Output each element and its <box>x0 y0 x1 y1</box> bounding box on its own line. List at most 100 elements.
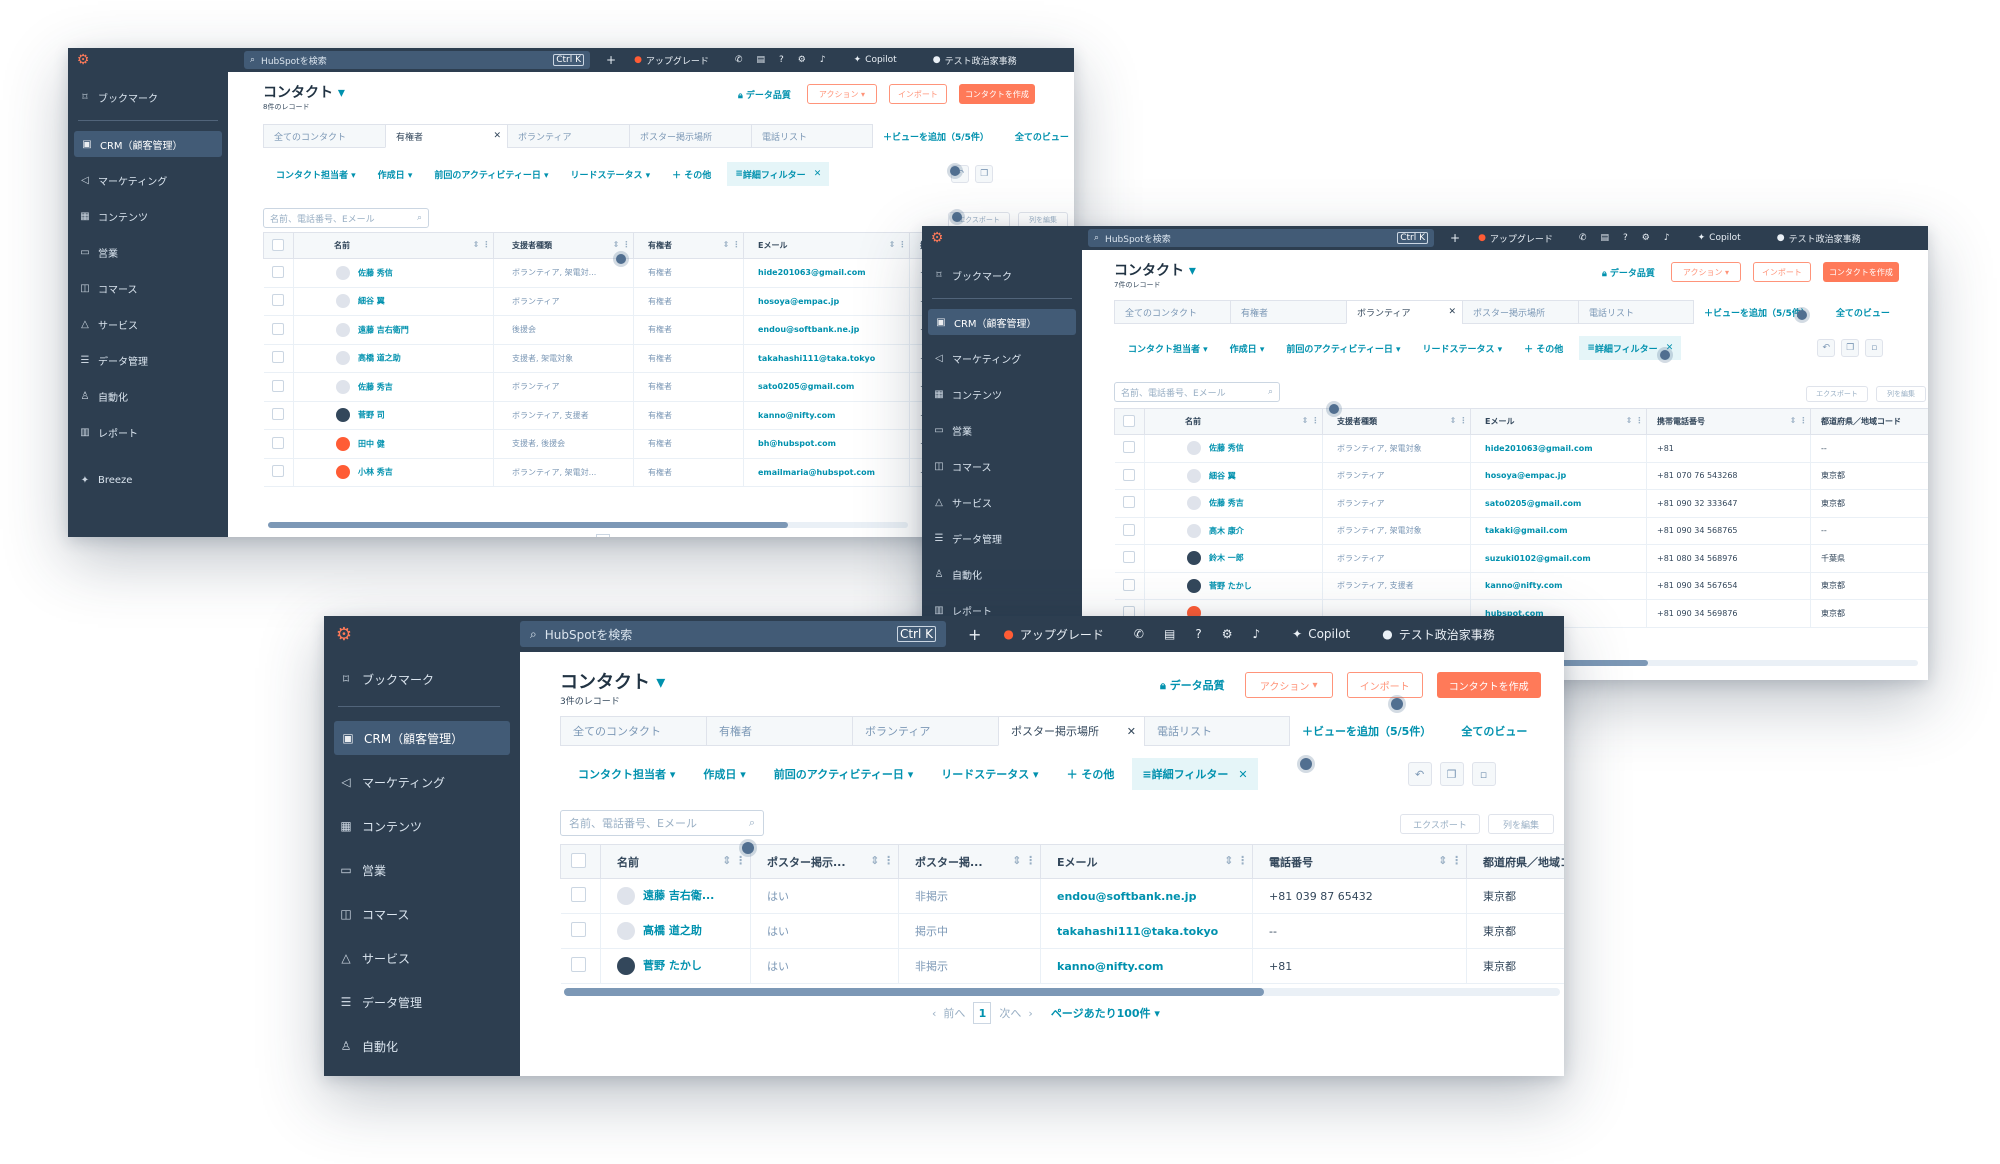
row-checkbox[interactable] <box>271 322 284 335</box>
tab-poster-locations[interactable]: ポスター掲示場所 ✕ <box>998 716 1144 746</box>
actions-button[interactable]: アクション ▾ <box>1670 262 1741 282</box>
add-view-link[interactable]: ＋ ビューを追加（5/5件） <box>883 124 989 148</box>
table-row[interactable]: 細谷 翼ボランティア hosoya@empac.jp +81 070 76 5432… <box>1114 462 1928 490</box>
row-checkbox[interactable] <box>570 887 586 902</box>
edit-columns-button[interactable]: 列を編集 <box>1876 386 1926 402</box>
table-row[interactable]: 佐藤 秀吉ボランティア有権者sato0205@gmail.com+81 0 <box>263 372 950 402</box>
row-checkbox[interactable] <box>1122 468 1135 481</box>
close-icon[interactable]: ✕ <box>814 169 822 179</box>
close-icon[interactable]: ✕ <box>1127 725 1136 738</box>
row-checkbox[interactable] <box>1122 496 1135 509</box>
upgrade-button[interactable]: ● アップグレード <box>1478 232 1553 245</box>
tab-all-contacts[interactable]: 全てのコンタクト <box>263 124 385 148</box>
sort-icon[interactable]: ⇕ ⋮ <box>723 240 743 249</box>
sidebar-item-marketing[interactable]: ◁ マーケティング <box>932 345 1082 371</box>
filter-lead-status[interactable]: リードステータス ▾ <box>570 168 650 181</box>
all-views-link[interactable]: 全てのビュー <box>1836 300 1890 324</box>
row-checkbox[interactable] <box>1122 551 1135 564</box>
column-header-mobile[interactable]: 携帯電話番号 ⇕ ⋮ <box>1646 408 1811 435</box>
sidebar-item-sales[interactable]: ▭ 営業 <box>932 417 1082 443</box>
phone-icon[interactable]: ✆ <box>735 55 743 65</box>
sidebar-item-automation[interactable]: ♙ 自動化 <box>78 383 228 409</box>
sidebar-item-sales[interactable]: ▭ 営業 <box>78 239 228 265</box>
row-checkbox[interactable] <box>271 379 284 392</box>
column-header-email[interactable]: Eメール ⇕ ⋮ <box>1040 844 1253 879</box>
select-all-checkbox[interactable] <box>1123 414 1135 427</box>
sidebar-item-marketing[interactable]: ◁ マーケティング <box>338 765 520 799</box>
add-view-link[interactable]: ＋ ビューを追加（5/5件） <box>1302 716 1431 746</box>
row-checkbox[interactable] <box>1122 523 1135 536</box>
data-quality-link[interactable]: 🔒︎ データ品質 <box>1160 677 1225 693</box>
save-icon[interactable]: ▫ <box>1471 762 1496 786</box>
column-header-name[interactable]: 名前 ⇕ ⋮ <box>1144 408 1323 435</box>
copilot-button[interactable]: ✦ Copilot <box>1292 627 1350 641</box>
actions-button[interactable]: アクション ▾ <box>806 84 877 104</box>
account-menu[interactable]: ● テスト政治家事務 <box>1777 232 1861 245</box>
edit-columns-button[interactable]: 列を編集 <box>1488 814 1554 834</box>
filter-owner[interactable]: コンタクト担当者 ▾ <box>578 766 675 782</box>
sidebar-item-data[interactable]: ☰ データ管理 <box>338 985 520 1019</box>
table-row[interactable]: 遠藤 吉右衛門後援会有権者endou@softbank.ne.jp+81 0 <box>263 315 950 345</box>
sidebar-item-service[interactable]: △ サービス <box>338 941 520 975</box>
close-icon[interactable]: ✕ <box>493 131 501 141</box>
per-page-select[interactable]: ページあたり100件 ▾ <box>652 537 731 538</box>
copilot-button[interactable]: ✦ Copilot <box>854 55 897 65</box>
create-contact-button[interactable]: コンタクトを作成 <box>1822 262 1899 282</box>
column-header-poster-display[interactable]: ポスター掲示... ⇕ ⋮ <box>750 844 899 879</box>
current-page[interactable]: 1 <box>595 534 610 537</box>
page-title[interactable]: コンタクト ▾ <box>263 82 345 102</box>
table-row[interactable]: 高橋 道之助 支援者, 架電対象 有権者 takahashi111@taka.toky… <box>263 344 950 373</box>
row-checkbox[interactable] <box>271 294 284 307</box>
column-header-phone[interactable]: 電話番号 ⇕ ⋮ <box>1252 844 1467 879</box>
global-search-input[interactable]: ⌕ HubSpotを検索 Ctrl K <box>1088 229 1434 247</box>
column-header-voter[interactable]: 有権者 ⇕ ⋮ <box>633 232 744 259</box>
table-row[interactable]: 高橋 道之助 はい 掲示中 takahashi111@taka.tokyo -- 東京都 <box>560 913 1564 949</box>
page-title[interactable]: コンタクト ▾ <box>560 668 665 694</box>
import-button[interactable]: インポート <box>888 84 947 104</box>
table-search-input[interactable]: 名前、電話番号、Eメール ⌕ <box>263 208 429 228</box>
export-button[interactable]: エクスポート <box>1806 386 1868 402</box>
settings-icon[interactable]: ⚙ <box>798 55 806 65</box>
account-menu[interactable]: ● テスト政治家事務 <box>933 54 1017 67</box>
undo-icon[interactable]: ↶ <box>1817 339 1836 357</box>
create-contact-button[interactable]: コンタクトを作成 <box>958 84 1035 104</box>
table-row[interactable]: 細谷 翼ボランティア有権者hosoya@empac.jp+81 0 <box>263 287 950 316</box>
filter-lead-status[interactable]: リードステータス ▾ <box>941 766 1038 782</box>
sidebar-item-content[interactable]: ▦ コンテンツ <box>338 809 520 843</box>
sort-icon[interactable]: ⇕ ⋮ <box>889 240 909 249</box>
bell-icon[interactable]: ♪ <box>1664 233 1670 243</box>
advanced-filter-button[interactable]: ≡ 詳細フィルター ✕ <box>727 162 830 186</box>
filter-last-activity[interactable]: 前回のアクティビティー日 ▾ <box>774 766 914 782</box>
filter-last-activity[interactable]: 前回のアクティビティー日 ▾ <box>434 168 548 181</box>
row-checkbox[interactable] <box>570 922 586 937</box>
column-header-prefecture[interactable]: 都道府県／地域コード <box>1810 408 1928 435</box>
table-search-input[interactable]: 名前、電話番号、Eメール ⌕ <box>1114 382 1280 402</box>
row-checkbox[interactable] <box>271 408 284 421</box>
close-icon[interactable]: ✕ <box>1238 768 1247 781</box>
filter-last-activity[interactable]: 前回のアクティビティー日 ▾ <box>1286 342 1400 355</box>
table-row[interactable]: 佐藤 秀信 ボランティア, 架電対象 hide201063@gmail.com +81… <box>1114 434 1928 463</box>
row-checkbox[interactable] <box>271 436 284 449</box>
undo-icon[interactable]: ↶ <box>1407 762 1432 786</box>
horizontal-scrollbar[interactable] <box>564 988 1560 996</box>
upgrade-button[interactable]: ● アップグレード <box>1003 626 1104 643</box>
sidebar-item-commerce[interactable]: ◫ コマース <box>78 275 228 301</box>
table-row[interactable]: 高木 康介 ボランティア, 架電対象 takaki@gmail.com +81 090… <box>1114 517 1928 545</box>
sidebar-item-marketing[interactable]: ◁ マーケティング <box>78 167 228 193</box>
bell-icon[interactable]: ♪ <box>820 55 826 65</box>
chevron-left-icon[interactable]: ‹ <box>932 1007 943 1020</box>
add-icon[interactable]: + <box>1450 231 1460 245</box>
table-row[interactable]: 遠藤 吉右衛... はい 非掲示 endou@softbank.ne.jp +81 03… <box>560 878 1564 914</box>
sidebar-item-bookmark[interactable]: ⌑ ブックマーク <box>78 86 228 108</box>
filter-created-date[interactable]: 作成日 ▾ <box>703 766 745 782</box>
sort-icon[interactable]: ⇕ ⋮ <box>1438 854 1465 867</box>
per-page-select[interactable]: ページあたり100件 ▾ <box>1051 1005 1160 1021</box>
row-checkbox[interactable] <box>271 351 284 364</box>
sidebar-item-bookmark[interactable]: ⌑ ブックマーク <box>338 666 520 692</box>
sort-icon[interactable]: ⇕ ⋮ <box>1012 854 1039 867</box>
tab-phone-list[interactable]: 電話リスト <box>1578 300 1694 324</box>
table-row[interactable]: 佐藤 秀信 ボランティア, 架電対... 有権者 hide201063@gmail.c… <box>263 258 950 288</box>
sidebar-item-commerce[interactable]: ◫ コマース <box>932 453 1082 479</box>
sort-icon[interactable]: ⇕ ⋮ <box>722 854 749 867</box>
data-quality-link[interactable]: 🔒︎ データ品質 <box>738 88 791 101</box>
